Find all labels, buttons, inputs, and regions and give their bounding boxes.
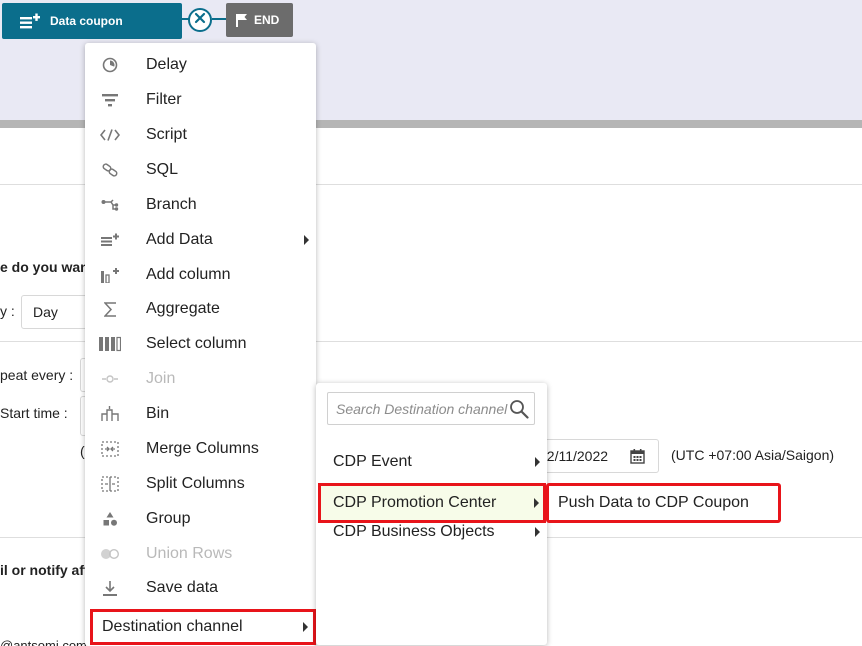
submenu-arrow-icon bbox=[304, 235, 309, 245]
destination-search[interactable] bbox=[327, 392, 535, 425]
add-data-icon bbox=[99, 230, 121, 250]
search-icon[interactable] bbox=[509, 399, 529, 424]
menu-item-merge-columns[interactable]: Merge Columns bbox=[85, 432, 316, 466]
code-icon bbox=[99, 125, 121, 145]
frequency-label: y : bbox=[0, 303, 15, 319]
columns-icon bbox=[99, 334, 121, 354]
filter-icon bbox=[99, 90, 121, 110]
data-node-label: Data coupon bbox=[50, 14, 123, 28]
start-time-label: Start time : bbox=[0, 405, 68, 421]
menu-item-join[interactable]: Join bbox=[85, 362, 316, 396]
workflow-editor: Data coupon END e do you wan y : Day pea… bbox=[0, 0, 862, 646]
menu-item-union-rows[interactable]: Union Rows bbox=[85, 537, 316, 571]
email-text: @antsomi.com bbox=[0, 638, 87, 646]
menu-item-select-column[interactable]: Select column bbox=[85, 327, 316, 361]
destination-search-input[interactable] bbox=[336, 400, 511, 417]
join-icon bbox=[99, 369, 121, 389]
flag-icon bbox=[236, 13, 247, 27]
data-coupon-node[interactable]: Data coupon bbox=[2, 3, 182, 39]
connector-line bbox=[212, 18, 226, 20]
merge-icon bbox=[99, 439, 121, 459]
bin-icon bbox=[99, 404, 121, 424]
remove-step-button[interactable] bbox=[188, 8, 212, 32]
add-data-icon bbox=[20, 13, 40, 29]
menu-item-script[interactable]: Script bbox=[85, 118, 316, 152]
calendar-icon bbox=[630, 449, 645, 469]
union-icon bbox=[99, 544, 121, 564]
timezone-text: (UTC +07:00 Asia/Saigon) bbox=[671, 447, 835, 463]
branch-icon bbox=[99, 195, 121, 215]
repeat-label: peat every : bbox=[0, 367, 74, 383]
menu-item-save-data[interactable]: Save data bbox=[85, 571, 316, 605]
menu-item-delay[interactable]: Delay bbox=[85, 48, 316, 82]
menu-item-add-data[interactable]: Add Data bbox=[85, 223, 316, 257]
submenu-arrow-icon bbox=[534, 498, 539, 508]
date-value: 22/11/2022 bbox=[539, 448, 609, 464]
menu-item-destination-channel[interactable]: Destination channel bbox=[90, 609, 316, 645]
sigma-icon bbox=[99, 299, 121, 319]
submenu-arrow-icon bbox=[535, 457, 540, 467]
close-icon bbox=[194, 11, 206, 29]
download-icon bbox=[99, 578, 121, 598]
group-icon bbox=[99, 509, 121, 529]
menu-item-group[interactable]: Group bbox=[85, 502, 316, 536]
menu-item-bin[interactable]: Bin bbox=[85, 397, 316, 431]
add-column-icon bbox=[99, 265, 121, 285]
paren-text: ( bbox=[80, 443, 85, 459]
submenu-item-push-data-to-cdp-coupon[interactable]: Push Data to CDP Coupon bbox=[558, 494, 749, 512]
cdp-promotion-submenu[interactable]: Push Data to CDP Coupon bbox=[546, 483, 781, 523]
end-node-label: END bbox=[254, 13, 280, 27]
menu-item-aggregate[interactable]: Aggregate bbox=[85, 292, 316, 326]
frequency-select[interactable]: Day bbox=[21, 295, 91, 329]
frequency-value: Day bbox=[33, 304, 58, 320]
menu-item-sql[interactable]: SQL bbox=[85, 153, 316, 187]
delay-icon bbox=[99, 55, 121, 75]
submenu-item-cdp-event[interactable]: CDP Event bbox=[316, 445, 547, 479]
split-icon bbox=[99, 474, 121, 494]
schedule-question: e do you wan bbox=[0, 259, 89, 275]
submenu-item-cdp-promotion-center[interactable]: CDP Promotion Center bbox=[318, 483, 546, 523]
menu-item-filter[interactable]: Filter bbox=[85, 83, 316, 117]
notify-question: il or notify aft bbox=[0, 562, 89, 578]
submenu-arrow-icon bbox=[303, 622, 308, 632]
link-icon bbox=[99, 160, 121, 180]
date-picker[interactable]: 22/11/2022 bbox=[530, 439, 659, 473]
end-node[interactable]: END bbox=[226, 3, 293, 37]
menu-item-add-column[interactable]: Add column bbox=[85, 258, 316, 292]
menu-item-split-columns[interactable]: Split Columns bbox=[85, 467, 316, 501]
menu-item-branch[interactable]: Branch bbox=[85, 188, 316, 222]
add-step-menu: Delay Filter Script SQL Branch Add Data … bbox=[85, 43, 316, 646]
submenu-arrow-icon bbox=[535, 527, 540, 537]
